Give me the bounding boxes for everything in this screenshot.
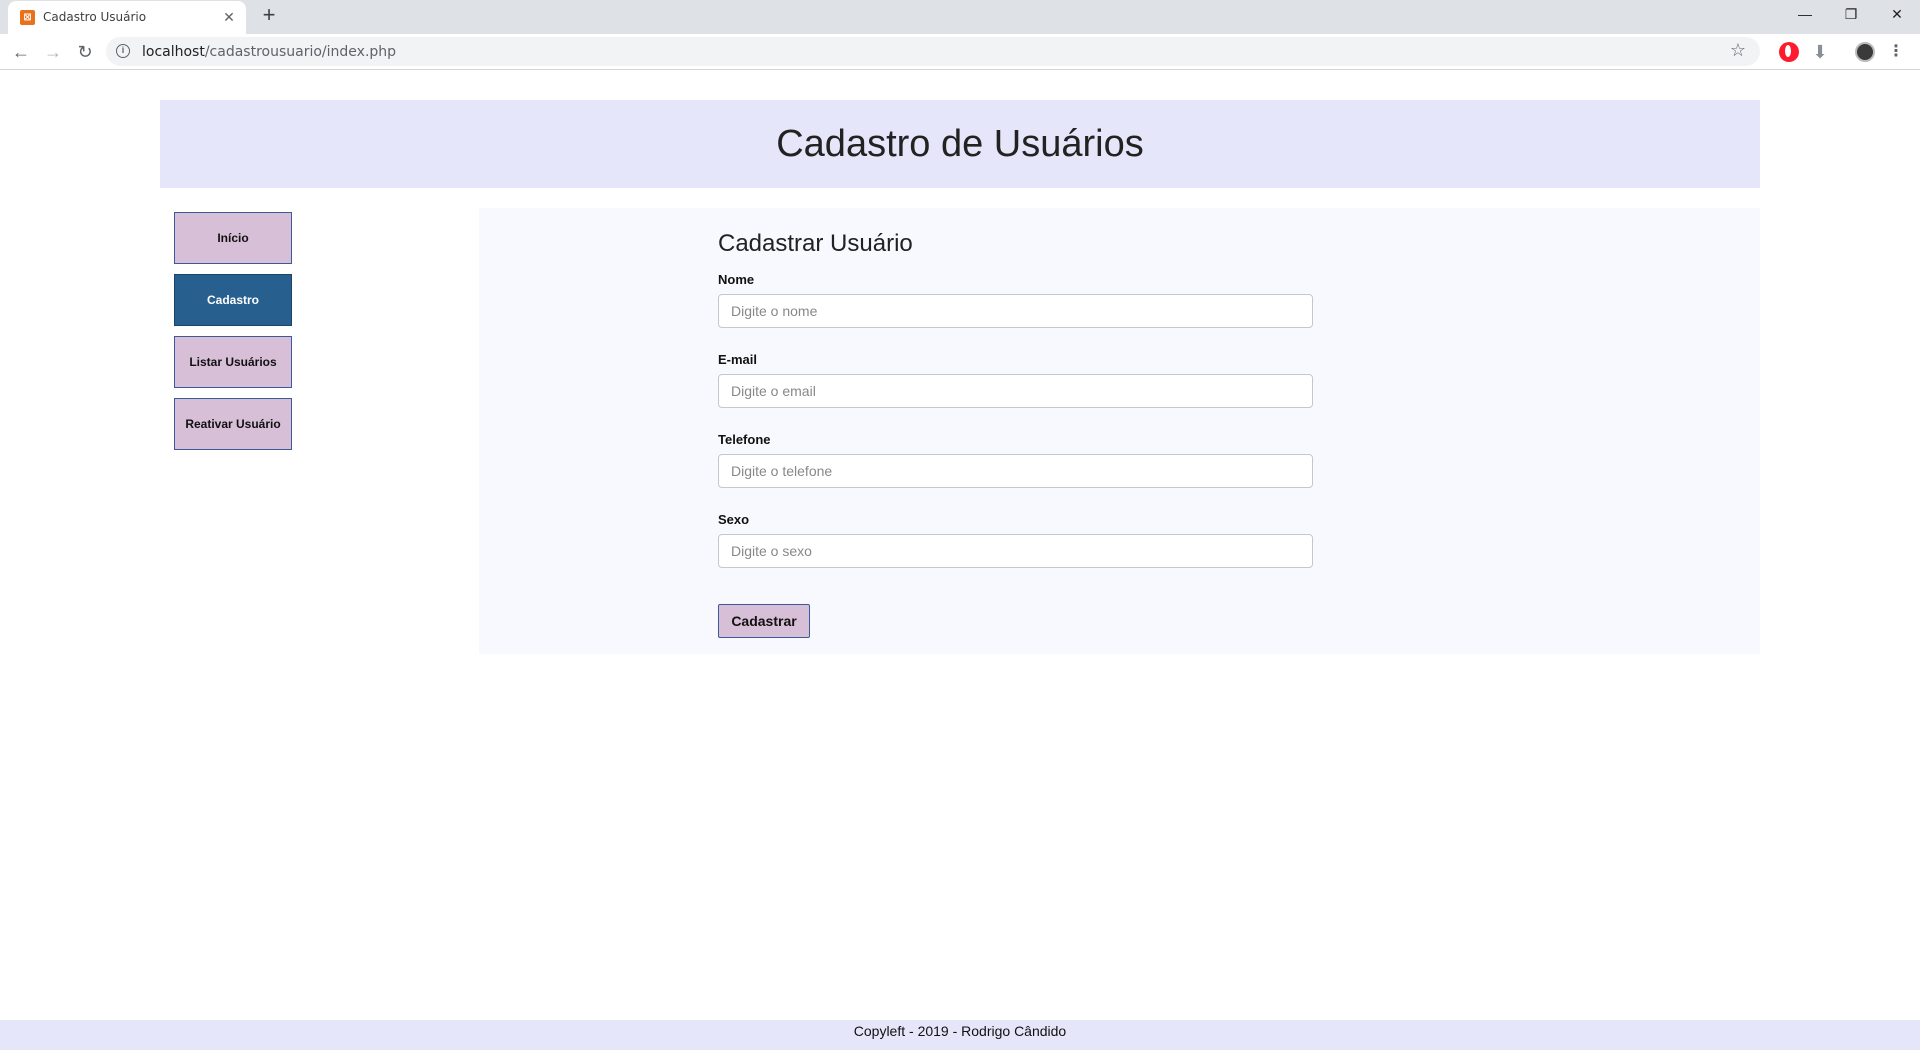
- reload-icon[interactable]: ↻: [72, 39, 98, 65]
- page-title: Cadastro de Usuários: [776, 123, 1144, 165]
- kebab-menu-icon[interactable]: ⋮: [1888, 40, 1904, 64]
- name-input[interactable]: [718, 294, 1313, 328]
- email-label: E-mail: [718, 352, 758, 367]
- browser-tab[interactable]: ⊠ Cadastro Usuário ✕: [8, 1, 246, 34]
- sidebar-item-inicio[interactable]: Início: [174, 212, 292, 264]
- browser-toolbar: ← → ↻ i localhost/cadastrousuario/index.…: [0, 34, 1920, 70]
- register-submit-button[interactable]: Cadastrar: [718, 604, 810, 638]
- footer-text: Copyleft - 2019 - Rodrigo Cândido: [853, 1023, 1067, 1039]
- close-tab-icon[interactable]: ✕: [220, 8, 238, 26]
- phone-input[interactable]: [718, 454, 1313, 488]
- url-host: localhost: [142, 44, 205, 60]
- url-path: /cadastrousuario/index.php: [204, 44, 397, 60]
- bookmark-star-icon[interactable]: ☆: [1730, 40, 1746, 61]
- download-extension-icon[interactable]: ⬇: [1810, 42, 1830, 62]
- sidebar-item-cadastro[interactable]: Cadastro: [174, 274, 292, 326]
- page-header: Cadastro de Usuários: [160, 100, 1760, 188]
- opera-extension-icon[interactable]: [1779, 42, 1799, 62]
- name-label: Nome: [718, 272, 755, 287]
- minimize-window-button[interactable]: —: [1782, 0, 1828, 28]
- phone-label: Telefone: [718, 432, 771, 447]
- email-input[interactable]: [718, 374, 1313, 408]
- main-content: Cadastrar Usuário Nome E-mail Telefone S…: [479, 208, 1760, 654]
- sex-input[interactable]: [718, 534, 1313, 568]
- sidebar-nav: Início Cadastro Listar Usuários Reativar…: [174, 212, 292, 460]
- forward-arrow-icon[interactable]: →: [40, 39, 66, 65]
- new-tab-button[interactable]: +: [258, 4, 280, 26]
- page-footer: Copyleft - 2019 - Rodrigo Cândido: [0, 1020, 1920, 1050]
- close-window-button[interactable]: ✕: [1874, 0, 1920, 28]
- back-arrow-icon[interactable]: ←: [8, 39, 34, 65]
- restore-window-button[interactable]: ❐: [1828, 0, 1874, 28]
- sidebar-item-listar-usuarios[interactable]: Listar Usuários: [174, 336, 292, 388]
- info-icon[interactable]: i: [116, 44, 130, 58]
- sex-label: Sexo: [718, 512, 750, 527]
- browser-tab-bar: ⊠ Cadastro Usuário ✕ + — ❐ ✕: [0, 0, 1920, 34]
- register-user-form: Cadastrar Usuário Nome E-mail Telefone S…: [718, 230, 1313, 638]
- form-title: Cadastrar Usuário: [718, 230, 913, 257]
- page: Cadastro de Usuários Início Cadastro Lis…: [0, 70, 1920, 1050]
- url-text: localhost/cadastrousuario/index.php: [142, 44, 396, 60]
- profile-avatar-icon[interactable]: [1855, 42, 1875, 62]
- sidebar-item-reativar-usuario[interactable]: Reativar Usuário: [174, 398, 292, 450]
- address-bar[interactable]: i localhost/cadastrousuario/index.php ☆: [106, 37, 1760, 66]
- xampp-favicon-icon: ⊠: [20, 10, 35, 25]
- tab-title: Cadastro Usuário: [43, 10, 147, 24]
